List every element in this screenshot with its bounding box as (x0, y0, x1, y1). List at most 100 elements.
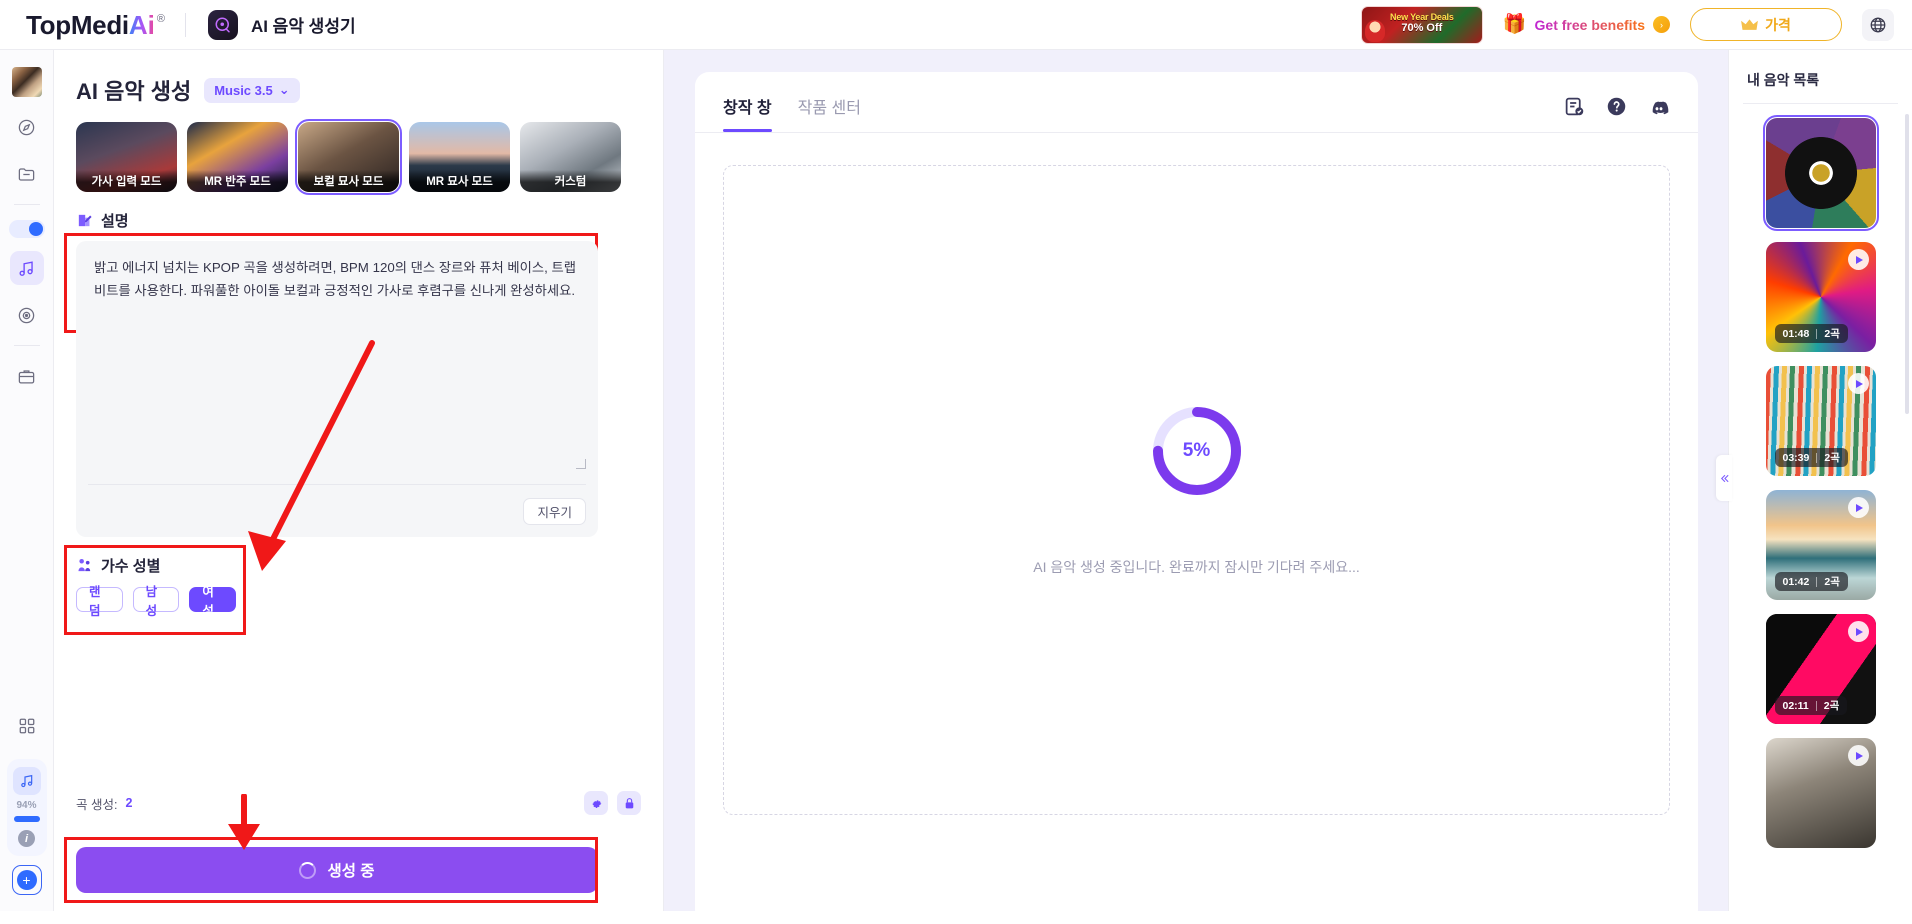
brand-ai-suffix: Ai (128, 9, 155, 40)
settings-button[interactable] (584, 791, 608, 815)
brand-logo[interactable]: TopMedi Ai ® (26, 12, 165, 38)
work-card-actions (1564, 96, 1670, 130)
model-selector[interactable]: Music 3.5 ⌄ (204, 77, 300, 103)
work-card: 창작 창 작품 센터 5% AI 음악 생성 중입니다. 완료까지 잠시만 기다… (695, 72, 1698, 924)
generation-placeholder-area: 5% AI 음악 생성 중입니다. 완료까지 잠시만 기다려 주세요... (723, 165, 1670, 815)
gender-people-icon (78, 558, 91, 572)
list-item[interactable]: 01:42 2곡 (1765, 490, 1876, 600)
mode-card-mr-accompaniment[interactable]: MR 반주 모드 (187, 122, 288, 192)
credits-widget[interactable]: 94% i (6, 759, 47, 856)
list-item[interactable]: 02:11 2곡 (1765, 614, 1876, 724)
mode-card-mr-description[interactable]: MR 묘사 모드 (409, 122, 510, 192)
discord-icon (1652, 101, 1669, 115)
sidebar-item-folder[interactable] (10, 157, 44, 191)
list-item[interactable]: 01:48 2곡 (1765, 242, 1876, 352)
track-count: 2곡 (1824, 328, 1840, 340)
app-disc-icon (207, 9, 238, 40)
brand-name: TopMedi (26, 9, 129, 40)
discover-icon (18, 119, 35, 135)
play-icon[interactable] (1847, 745, 1869, 766)
avatar[interactable] (11, 67, 42, 97)
briefcase-icon (18, 369, 35, 383)
mode-label: 가사 입력 모드 (76, 170, 177, 192)
track-meta: 03:39 2곡 (1774, 448, 1848, 467)
play-icon[interactable] (1847, 497, 1869, 518)
sidebar-item-disc[interactable] (10, 298, 44, 332)
chevron-down-icon: ⌄ (278, 82, 290, 97)
list-scrollbar[interactable] (1905, 114, 1909, 414)
resize-handle[interactable] (576, 459, 586, 469)
model-name: Music 3.5 (214, 82, 273, 98)
mode-card-vocal-description[interactable]: 보컬 묘사 모드 (295, 119, 402, 195)
play-icon[interactable] (1847, 621, 1869, 642)
meta-separator (1816, 576, 1818, 587)
list-item[interactable] (1762, 115, 1879, 231)
mode-card-list: 가사 입력 모드 MR 반주 모드 보컬 묘사 모드 MR 묘사 모드 커스텀 (54, 106, 663, 195)
meta-separator (1815, 700, 1817, 711)
center-work-area: 창작 창 작품 센터 5% AI 음악 생성 중입니다. 완료까지 잠시만 기다… (664, 50, 1728, 924)
pricing-button[interactable]: 가격 (1690, 8, 1842, 41)
textarea-divider (88, 484, 586, 485)
mode-label: MR 반주 모드 (187, 170, 288, 192)
folder-icon (18, 167, 35, 181)
promo-line-2: 70% Off (1401, 22, 1443, 35)
globe-icon (1870, 17, 1886, 32)
generate-button[interactable]: 생성 중 (76, 847, 598, 893)
tab-bar: 창작 창 작품 센터 (723, 94, 1670, 132)
gift-icon: 🎁 (1502, 14, 1527, 35)
gender-options: 랜덤 남성 여성 (76, 585, 237, 618)
sidebar-item-music[interactable] (9, 251, 44, 285)
plus-icon: + (16, 870, 37, 890)
generation-form-panel: AI 음악 생성 Music 3.5 ⌄ 가사 입력 모드 MR 반주 모드 보… (54, 50, 664, 911)
song-count-row: 곡 생성: 2 (76, 791, 641, 815)
generate-button-wrapper: 생성 중 (64, 837, 598, 903)
tab-creation[interactable]: 창작 창 (723, 94, 772, 132)
discord-button[interactable] (1648, 96, 1670, 118)
help-button[interactable] (1606, 96, 1627, 118)
gender-option-female[interactable]: 여성 (189, 585, 237, 618)
info-icon[interactable]: i (18, 830, 35, 847)
list-item[interactable] (1765, 738, 1876, 848)
collapse-panel-button[interactable] (1716, 455, 1732, 501)
tab-works-center[interactable]: 작품 센터 (798, 94, 861, 132)
gender-option-random[interactable]: 랜덤 (76, 585, 123, 618)
song-count-label: 곡 생성: (76, 797, 118, 812)
sidebar-item-apps[interactable] (10, 709, 44, 743)
list-item[interactable]: 03:39 2곡 (1765, 366, 1876, 476)
gender-option-male[interactable]: 남성 (132, 585, 180, 618)
grid-apps-icon (19, 718, 34, 734)
page-title: AI 음악 생성 (76, 79, 192, 104)
mode-card-custom[interactable]: 커스텀 (520, 122, 621, 192)
lock-icon (625, 797, 633, 808)
task-check-button[interactable] (1564, 96, 1585, 118)
santa-icon (1364, 19, 1385, 42)
clear-button[interactable]: 지우기 (523, 498, 586, 525)
generate-label: 생성 중 (327, 863, 375, 880)
crown-icon (1741, 18, 1759, 30)
play-icon[interactable] (1847, 373, 1869, 394)
list-divider (1743, 103, 1898, 104)
sidebar-item-discover[interactable] (10, 110, 44, 144)
mode-label: MR 묘사 모드 (409, 170, 510, 192)
track-count: 2곡 (1824, 452, 1840, 464)
meta-separator (1816, 452, 1818, 463)
language-globe-button[interactable] (1862, 8, 1894, 41)
track-meta: 01:42 2곡 (1774, 572, 1848, 591)
sidebar-item-briefcase[interactable] (10, 359, 44, 393)
add-credits-button[interactable]: + (11, 865, 42, 895)
get-free-benefits-button[interactable]: 🎁 Get free benefits › (1503, 15, 1670, 34)
track-count: 2곡 (1823, 700, 1840, 712)
lock-button[interactable] (617, 791, 641, 815)
description-textarea[interactable]: 밝고 에너지 넘치는 KPOP 곡을 생성하려면, BPM 120의 댄스 장르… (76, 241, 598, 537)
top-header: TopMedi Ai ® AI 음악 생성기 New Year Deals 70% … (0, 0, 1912, 50)
track-duration: 02:11 (1782, 699, 1809, 712)
my-music-list-title: 내 음악 목록 (1747, 72, 1820, 88)
new-year-promo-banner[interactable]: New Year Deals 70% Off (1360, 5, 1483, 44)
help-question-icon (1607, 97, 1626, 116)
mode-toggle-switch[interactable] (8, 220, 45, 238)
play-icon[interactable] (1847, 249, 1869, 270)
track-duration: 03:39 (1782, 451, 1810, 464)
promo-line-1: New Year Deals (1390, 12, 1454, 23)
disc-icon (18, 307, 35, 323)
mode-card-lyrics[interactable]: 가사 입력 모드 (76, 122, 177, 192)
